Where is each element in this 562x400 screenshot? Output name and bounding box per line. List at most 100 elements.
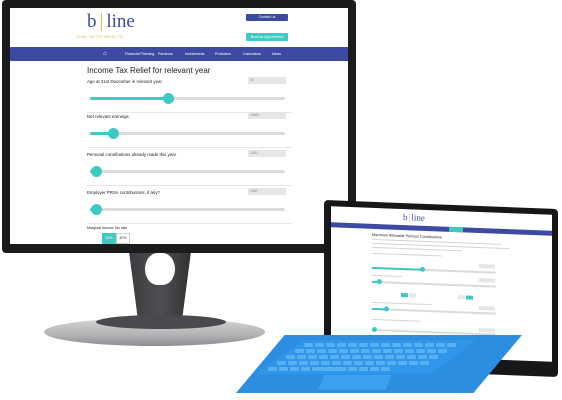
- tablet-slider[interactable]: [372, 328, 496, 336]
- keyboard-key[interactable]: [328, 349, 337, 353]
- nav-item-financial-planning[interactable]: Financial Planning: [125, 47, 154, 61]
- keyboard-key[interactable]: [425, 343, 434, 347]
- keyboard-key[interactable]: [304, 343, 313, 347]
- tablet-toggle-option[interactable]: [409, 293, 416, 298]
- keyboard-key[interactable]: [359, 367, 368, 371]
- age-slider[interactable]: [90, 93, 285, 104]
- tablet-nav-active[interactable]: [449, 226, 463, 233]
- keyboard-key[interactable]: [372, 349, 381, 353]
- keyboard-key[interactable]: [365, 361, 374, 365]
- tablet-input[interactable]: [479, 327, 495, 333]
- tablet-logo[interactable]: b|line: [403, 212, 425, 223]
- tax-rate-option-40[interactable]: 40%: [116, 233, 130, 244]
- nav-item-news[interactable]: News: [272, 47, 281, 61]
- home-icon[interactable]: ⌂: [103, 47, 107, 61]
- keyboard-key[interactable]: [407, 355, 416, 359]
- keyboard-key[interactable]: [396, 355, 405, 359]
- keyboard-key[interactable]: [326, 343, 335, 347]
- keyboard-key[interactable]: [438, 349, 447, 353]
- keyboard-key[interactable]: [414, 343, 423, 347]
- earnings-input[interactable]: 10000: [248, 112, 286, 119]
- tablet-slider-handle[interactable]: [377, 279, 382, 285]
- keyboard-key[interactable]: [337, 343, 346, 347]
- keyboard-key[interactable]: [363, 355, 372, 359]
- keyboard-key[interactable]: [398, 361, 407, 365]
- slider-handle[interactable]: [108, 128, 120, 139]
- nav-item-investments[interactable]: Investments: [185, 47, 204, 61]
- keyboard-key[interactable]: [306, 349, 315, 353]
- tablet-input[interactable]: [479, 305, 495, 311]
- tablet-input[interactable]: [479, 263, 495, 269]
- keyboard-key[interactable]: [383, 349, 392, 353]
- keyboard-key[interactable]: [348, 367, 357, 371]
- tablet-toggle-option[interactable]: [466, 295, 473, 300]
- keyboard-key[interactable]: [427, 349, 436, 353]
- slider-handle[interactable]: [90, 204, 102, 215]
- age-input[interactable]: 45: [248, 77, 286, 84]
- contact-us-button[interactable]: Contact Us: [246, 14, 288, 21]
- keyboard-key[interactable]: [341, 355, 350, 359]
- keyboard-key[interactable]: [392, 343, 401, 347]
- keyboard-key[interactable]: [268, 367, 277, 371]
- keyboard-key[interactable]: [299, 361, 308, 365]
- employer-prsa-input[interactable]: 1000: [248, 188, 286, 195]
- slider-handle[interactable]: [163, 93, 174, 104]
- keyboard-key[interactable]: [420, 361, 429, 365]
- keyboard-key[interactable]: [315, 343, 324, 347]
- keyboard-key[interactable]: [418, 355, 427, 359]
- keyboard-key[interactable]: [295, 349, 304, 353]
- earnings-slider[interactable]: [90, 128, 285, 139]
- tablet-toggle-option[interactable]: [458, 295, 465, 299]
- keyboard-key[interactable]: [343, 361, 352, 365]
- tablet-slider-handle[interactable]: [420, 266, 425, 272]
- keyboard-key[interactable]: [286, 355, 295, 359]
- keyboard-key[interactable]: [290, 367, 299, 371]
- keyboard-key[interactable]: [370, 343, 379, 347]
- keyboard-key[interactable]: [330, 355, 339, 359]
- keyboard-key[interactable]: [403, 343, 412, 347]
- slider-handle[interactable]: [90, 166, 102, 177]
- book-appointment-button[interactable]: Book an Appointment: [246, 33, 288, 41]
- personal-contributions-slider[interactable]: [90, 166, 285, 177]
- keyboard-key[interactable]: [409, 361, 418, 365]
- keyboard-key[interactable]: [339, 349, 348, 353]
- tablet-slider[interactable]: [372, 307, 496, 315]
- keyboard-key[interactable]: [308, 355, 317, 359]
- keyboard-key[interactable]: [277, 361, 286, 365]
- keyboard-key[interactable]: [387, 361, 396, 365]
- keyboard-key[interactable]: [332, 361, 341, 365]
- nav-item-calculators[interactable]: Calculators: [243, 47, 261, 61]
- keyboard-key[interactable]: [447, 343, 456, 347]
- keyboard-key[interactable]: [359, 343, 368, 347]
- keyboard-key[interactable]: [352, 355, 361, 359]
- tablet-slider-handle[interactable]: [384, 306, 389, 312]
- keyboard-key[interactable]: [321, 361, 330, 365]
- keyboard-key[interactable]: [312, 367, 346, 371]
- keyboard-key[interactable]: [381, 367, 390, 371]
- keyboard-key[interactable]: [317, 349, 326, 353]
- keyboard-key[interactable]: [310, 361, 319, 365]
- keyboard-key[interactable]: [361, 349, 370, 353]
- keyboard-key[interactable]: [319, 355, 328, 359]
- keyboard-key[interactable]: [376, 361, 385, 365]
- keyboard-key[interactable]: [429, 355, 438, 359]
- keyboard-key[interactable]: [297, 355, 306, 359]
- keyboard-key[interactable]: [436, 343, 445, 347]
- keyboard-key[interactable]: [350, 349, 359, 353]
- keyboard-key[interactable]: [416, 349, 425, 353]
- employer-prsa-slider[interactable]: [90, 204, 285, 215]
- keyboard-key[interactable]: [394, 349, 403, 353]
- personal-contributions-input[interactable]: 1000: [248, 150, 286, 157]
- keyboard-key[interactable]: [405, 349, 414, 353]
- keyboard-key[interactable]: [301, 367, 310, 371]
- keyboard-trackpad[interactable]: [318, 375, 392, 390]
- keyboard-key[interactable]: [385, 355, 394, 359]
- nav-item-protection[interactable]: Protection: [215, 47, 231, 61]
- keyboard-key[interactable]: [354, 361, 363, 365]
- tablet-slider-handle[interactable]: [372, 326, 377, 333]
- keyboard-key[interactable]: [288, 361, 297, 365]
- tablet-slider[interactable]: [372, 266, 496, 274]
- keyboard-key[interactable]: [381, 343, 390, 347]
- tablet-toggle-option[interactable]: [401, 292, 408, 297]
- tax-rate-option-20[interactable]: 20%: [102, 233, 116, 244]
